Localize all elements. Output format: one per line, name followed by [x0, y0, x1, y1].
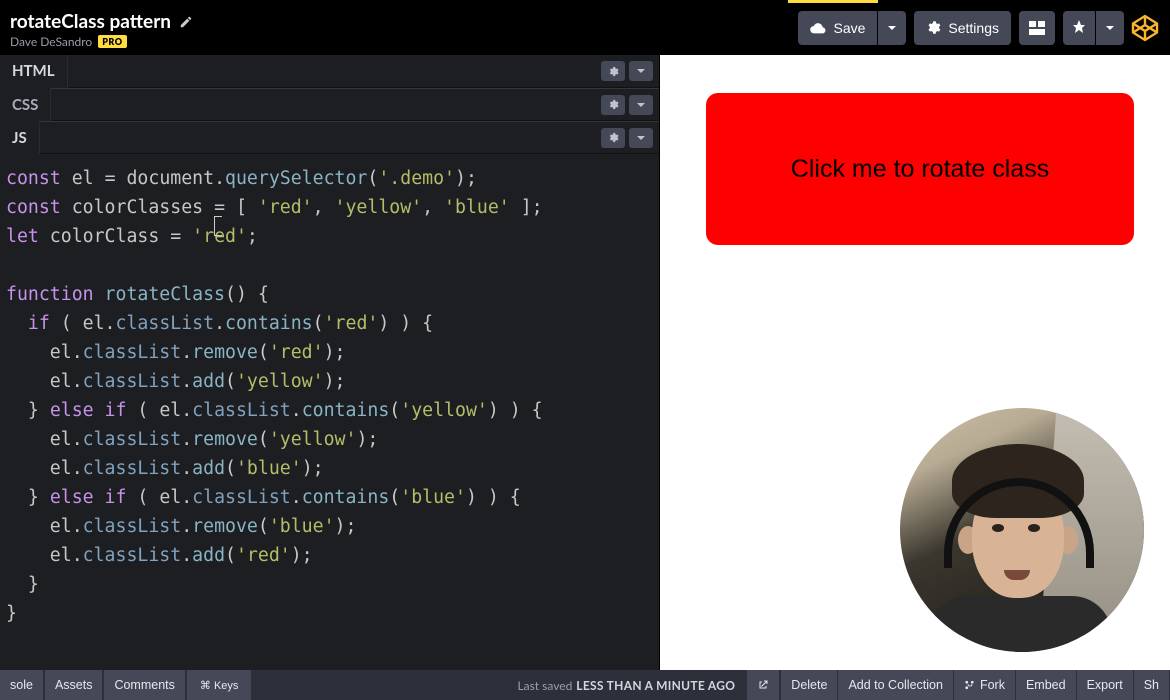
fork-button[interactable]: Fork: [954, 670, 1015, 700]
settings-label: Settings: [948, 20, 999, 36]
settings-button[interactable]: Settings: [914, 11, 1011, 45]
comments-button[interactable]: Comments: [104, 670, 184, 700]
js-panel-header[interactable]: JS: [0, 121, 659, 154]
layout-button[interactable]: [1019, 11, 1055, 45]
save-button[interactable]: Save: [798, 11, 877, 45]
gear-icon: [926, 20, 941, 35]
pen-author[interactable]: Dave DeSandro: [10, 34, 92, 49]
chevron-down-icon: [1105, 23, 1115, 33]
codepen-logo-icon[interactable]: [1130, 13, 1160, 43]
preview-pane: Click me to rotate class: [660, 55, 1170, 670]
pen-title-block: rotateClass pattern Dave DeSandro PRO: [0, 2, 205, 53]
chevron-down-icon: [636, 133, 646, 143]
demo-text: Click me to rotate class: [791, 155, 1049, 184]
fork-icon: [964, 679, 975, 691]
edit-title-icon[interactable]: [179, 15, 193, 29]
save-label: Save: [833, 20, 865, 36]
save-dropdown[interactable]: [878, 11, 906, 45]
css-settings-button[interactable]: [601, 95, 625, 115]
css-panel-header[interactable]: CSS: [0, 88, 659, 121]
shortcuts-button[interactable]: ⌘ Keys: [187, 670, 252, 700]
js-expand-button[interactable]: [629, 128, 653, 148]
assets-button[interactable]: Assets: [45, 670, 103, 700]
editor-column: HTML CSS JS const el = document.querySel…: [0, 55, 660, 670]
embed-button[interactable]: Embed: [1016, 670, 1076, 700]
gear-icon: [608, 132, 619, 143]
pin-button-group: [1063, 11, 1124, 45]
pen-title[interactable]: rotateClass pattern: [10, 10, 171, 33]
chevron-down-icon: [636, 100, 646, 110]
html-settings-button[interactable]: [601, 61, 625, 81]
settings-button-group: Settings: [914, 11, 1011, 45]
save-button-group: Save: [798, 11, 906, 45]
console-button[interactable]: sole: [0, 670, 43, 700]
js-tab[interactable]: JS: [0, 121, 40, 154]
chevron-down-icon: [636, 66, 646, 76]
add-collection-button[interactable]: Add to Collection: [838, 670, 953, 700]
demo-element[interactable]: Click me to rotate class: [706, 93, 1134, 245]
gear-icon: [608, 66, 619, 77]
gear-icon: [608, 99, 619, 110]
delete-button[interactable]: Delete: [781, 670, 837, 700]
css-tab[interactable]: CSS: [0, 88, 51, 121]
share-button[interactable]: Sh: [1134, 670, 1169, 700]
js-code-editor[interactable]: const el = document.querySelector('.demo…: [0, 154, 659, 670]
chevron-down-icon: [887, 23, 897, 33]
pin-button[interactable]: [1063, 11, 1095, 45]
pin-icon: [1073, 20, 1085, 36]
open-newtab-button[interactable]: [747, 670, 779, 700]
css-expand-button[interactable]: [629, 95, 653, 115]
cloud-icon: [810, 21, 826, 35]
pro-badge: PRO: [98, 35, 126, 48]
webcam-overlay: [900, 408, 1144, 652]
last-saved-note: Last savedLESS THAN A MINUTE AGO: [505, 670, 747, 700]
js-settings-button[interactable]: [601, 128, 625, 148]
app-footer: sole Assets Comments ⌘ Keys Last savedLE…: [0, 670, 1170, 700]
external-link-icon: [757, 679, 769, 691]
app-header: rotateClass pattern Dave DeSandro PRO Sa…: [0, 0, 1170, 55]
view-button-group: [1019, 11, 1055, 45]
html-tab[interactable]: HTML: [0, 55, 68, 88]
unsaved-indicator: [788, 0, 878, 3]
export-button[interactable]: Export: [1077, 670, 1133, 700]
html-expand-button[interactable]: [629, 61, 653, 81]
layout-icon: [1029, 21, 1045, 35]
pin-dropdown[interactable]: [1096, 11, 1124, 45]
html-panel-header[interactable]: HTML: [0, 55, 659, 88]
